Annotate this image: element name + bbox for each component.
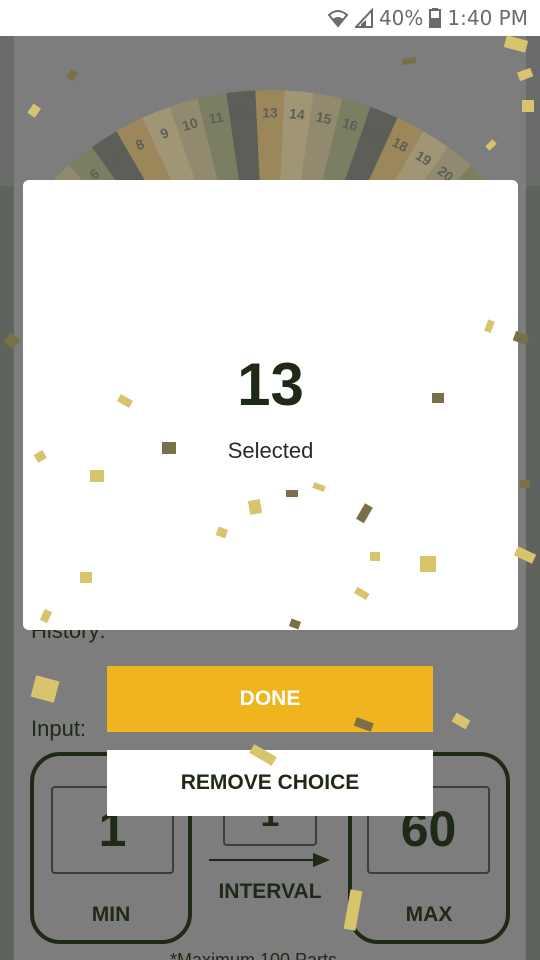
min-label: MIN xyxy=(91,903,131,926)
result-dialog: 13 Selected xyxy=(23,180,518,630)
result-number: 13 xyxy=(237,351,304,418)
wifi-icon xyxy=(327,8,349,28)
signal-icon xyxy=(354,8,373,28)
footnote: *Maximum 100 Parts xyxy=(170,950,338,960)
max-label: MAX xyxy=(405,903,453,926)
clock-time: 1:40 PM xyxy=(447,6,528,30)
battery-icon xyxy=(429,8,442,28)
done-button[interactable]: DONE xyxy=(107,666,433,732)
interval-arrow-icon xyxy=(209,852,331,868)
interval-label: INTERVAL xyxy=(218,880,322,903)
wheel-graphic: 45678910111213141516171819202122 xyxy=(0,36,540,186)
result-label: Selected xyxy=(227,438,314,463)
input-label: Input: xyxy=(31,716,87,741)
battery-percent: 40% xyxy=(378,6,424,30)
spin-wheel[interactable]: 45678910111213141516171819202122 xyxy=(0,36,540,186)
status-bar: 40% 1:40 PM xyxy=(0,0,540,36)
remove-choice-button[interactable]: REMOVE CHOICE xyxy=(107,750,433,816)
